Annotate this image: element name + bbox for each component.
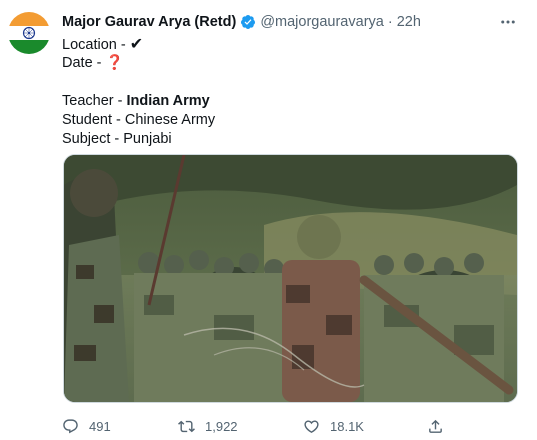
check-mark-icon: ✔: [129, 36, 144, 53]
avatar[interactable]: [8, 12, 50, 54]
teacher-label: Teacher -: [62, 93, 127, 109]
tweet-actions: 491 1,922 18.1K: [62, 416, 522, 436]
tweet-video[interactable]: [63, 154, 518, 403]
teacher-value: Indian Army: [126, 93, 210, 109]
retweet-button[interactable]: 1,922: [178, 416, 238, 436]
date-line: Date - ❓: [62, 54, 502, 73]
tweet[interactable]: Major Gaurav Arya (Retd) @majorgauravary…: [0, 0, 537, 440]
share-button[interactable]: [427, 416, 454, 436]
share-icon: [429, 419, 442, 433]
separator-dot: ·: [387, 14, 393, 30]
author-handle[interactable]: @majorgauravarya: [260, 14, 384, 30]
verified-badge-icon: [240, 14, 256, 30]
subject-label: Subject -: [62, 131, 124, 147]
india-flag-avatar-image: [8, 12, 50, 54]
soldiers-scene-image: [64, 155, 517, 402]
question-mark-icon: ❓: [105, 55, 124, 71]
like-count: 18.1K: [330, 418, 364, 434]
retweet-icon: [178, 420, 195, 432]
reply-count: 491: [89, 418, 111, 434]
like-icon: [304, 419, 319, 433]
subject-value: Punjabi: [123, 131, 172, 147]
like-button[interactable]: 18.1K: [303, 416, 364, 436]
tweet-text: Location - ✔ Date - ❓ Teacher - Indian A…: [62, 35, 502, 149]
tweet-header: Major Gaurav Arya (Retd) @majorgauravary…: [62, 12, 421, 32]
reply-icon: [63, 418, 78, 433]
location-line: Location - ✔: [62, 35, 502, 54]
retweet-count: 1,922: [205, 418, 238, 434]
tweet-timestamp[interactable]: 22h: [397, 14, 421, 30]
student-line: Student - Chinese Army: [62, 112, 216, 128]
date-label: Date -: [62, 55, 106, 71]
teacher-line: Teacher - Indian Army: [62, 92, 502, 111]
location-label: Location -: [62, 37, 130, 53]
reply-button[interactable]: 491: [62, 416, 111, 436]
subject-line: Subject - Punjabi: [62, 130, 502, 149]
more-options-icon[interactable]: [497, 14, 519, 30]
author-name[interactable]: Major Gaurav Arya (Retd): [62, 14, 236, 30]
